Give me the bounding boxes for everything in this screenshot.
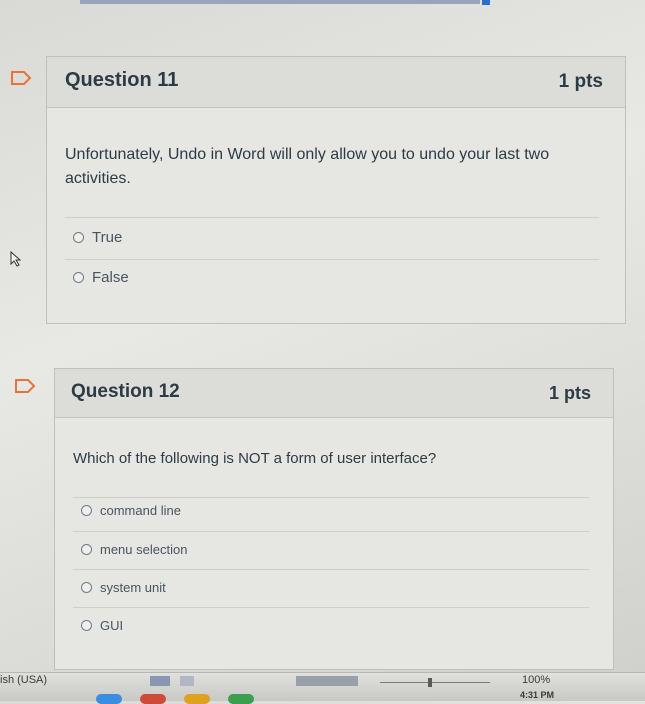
answer-divider — [73, 607, 589, 608]
question-text: Which of the following is NOT a form of … — [73, 450, 437, 467]
taskbar-app-icon[interactable] — [184, 694, 210, 704]
answer-option[interactable]: command line — [81, 503, 181, 518]
answer-label: command line — [100, 503, 181, 518]
taskbar-app-icon[interactable] — [140, 694, 166, 704]
print-layout-icon[interactable] — [180, 676, 194, 686]
taskbar-app-icon[interactable] — [228, 694, 254, 704]
answer-label: GUI — [100, 618, 124, 633]
answer-divider — [73, 497, 589, 498]
browser-top-mark — [482, 0, 490, 5]
question-points: 1 pts — [548, 383, 591, 403]
browser-top-strip — [80, 0, 480, 4]
view-buttons-icon[interactable] — [296, 676, 358, 686]
question-card-12: Question 12 1 pts Which of the following… — [54, 368, 614, 670]
zoom-slider-handle[interactable] — [428, 678, 432, 687]
question-points: 1 pts — [558, 71, 603, 92]
radio-button[interactable] — [81, 505, 92, 516]
question-header: Question 12 1 pts — [55, 369, 613, 418]
taskbar-app-icon[interactable] — [96, 694, 122, 704]
language-indicator[interactable]: ish (USA) — [0, 674, 47, 686]
zoom-slider[interactable] — [380, 682, 490, 683]
mouse-cursor-icon — [10, 250, 22, 267]
answer-divider — [65, 217, 599, 218]
answer-option[interactable]: GUI — [81, 618, 123, 633]
radio-button[interactable] — [81, 620, 92, 631]
clock: 4:31 PM — [520, 690, 555, 700]
answer-option[interactable]: True — [73, 229, 122, 246]
radio-button[interactable] — [81, 582, 92, 593]
question-text: Unfortunately, Undo in Word will only al… — [65, 146, 550, 187]
radio-button[interactable] — [73, 232, 84, 243]
question-card-11: Question 11 1 pts Unfortunately, Undo in… — [46, 56, 626, 324]
flag-question-icon[interactable] — [10, 70, 32, 86]
question-title: Question 12 — [71, 381, 180, 402]
read-mode-icon[interactable] — [150, 676, 170, 686]
answer-label: False — [92, 269, 129, 286]
answer-label: True — [92, 229, 123, 246]
answer-divider — [73, 531, 589, 532]
answer-divider — [73, 569, 589, 570]
question-header: Question 11 1 pts — [47, 57, 625, 108]
zoom-level[interactable]: 100% — [522, 674, 550, 686]
radio-button[interactable] — [73, 272, 84, 283]
answer-label: menu selection — [100, 542, 188, 557]
answer-divider — [65, 259, 599, 260]
answer-option[interactable]: menu selection — [81, 542, 187, 557]
radio-button[interactable] — [81, 544, 92, 555]
flag-question-icon[interactable] — [14, 378, 36, 394]
answer-label: system unit — [100, 580, 166, 595]
answer-option[interactable]: system unit — [81, 580, 166, 595]
answer-option[interactable]: False — [73, 269, 129, 286]
question-title: Question 11 — [65, 69, 179, 91]
